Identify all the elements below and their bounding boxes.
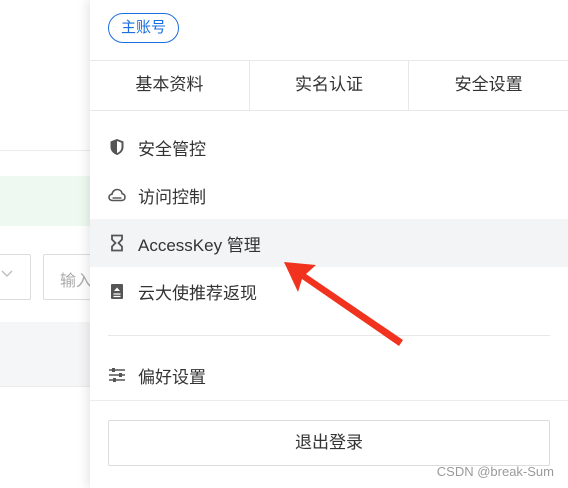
tab-basic-info[interactable]: 基本资料 (90, 61, 250, 110)
watermark: CSDN @break-Sum (436, 464, 554, 479)
main-account-badge: 主账号 (108, 13, 180, 43)
shield-icon (108, 138, 126, 156)
menu-item-label: 访问控制 (138, 187, 206, 207)
menu-item-label: 安全管控 (138, 139, 206, 159)
divider (0, 386, 90, 387)
key-icon (108, 234, 126, 252)
account-dropdown: 主账号 基本资料 实名认证 安全设置 安全管控 访问控制 AccessKey 管… (90, 0, 568, 488)
menu-item-referral-cashback[interactable]: 云大使推荐返现 (90, 267, 568, 315)
account-tabs: 基本资料 实名认证 安全设置 (90, 61, 568, 111)
tab-real-name[interactable]: 实名认证 (250, 61, 410, 110)
logout-button[interactable]: 退出登录 (108, 420, 550, 466)
menu-item-label: 偏好设置 (138, 367, 206, 387)
table-header (0, 322, 90, 386)
filter-select[interactable] (0, 254, 31, 300)
footer-divider (90, 400, 568, 401)
tab-security[interactable]: 安全设置 (409, 61, 568, 110)
account-menu: 安全管控 访问控制 AccessKey 管理 云大使推荐返现 偏好设置 (90, 111, 568, 399)
chevron-down-icon (1, 270, 13, 277)
menu-divider (108, 335, 550, 336)
menu-item-access-control[interactable]: 访问控制 (90, 171, 568, 219)
menu-item-label: 云大使推荐返现 (138, 283, 257, 303)
sliders-icon (108, 366, 126, 384)
cloud-icon (108, 186, 126, 204)
menu-item-security-control[interactable]: 安全管控 (90, 123, 568, 171)
menu-item-preferences[interactable]: 偏好设置 (90, 351, 568, 399)
divider (0, 150, 90, 151)
menu-item-accesskey[interactable]: AccessKey 管理 (90, 219, 568, 267)
document-icon (108, 282, 126, 300)
menu-item-label: AccessKey 管理 (138, 235, 261, 255)
notice-banner (0, 176, 90, 226)
account-header: 主账号 (90, 0, 568, 61)
